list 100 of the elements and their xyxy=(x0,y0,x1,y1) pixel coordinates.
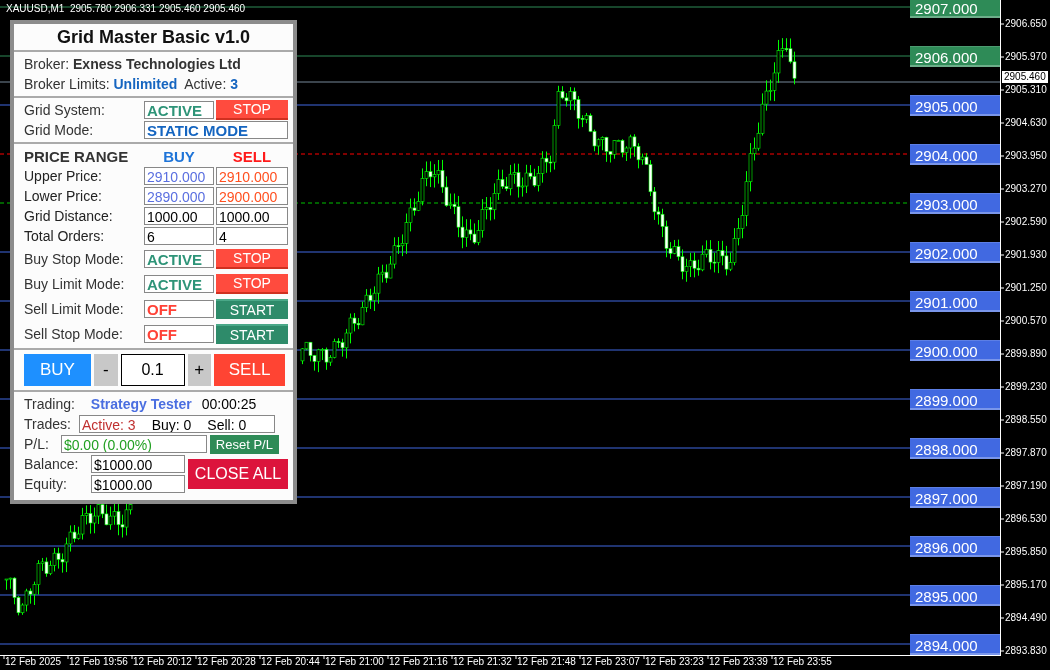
time-tick: 12 Feb 21:48 xyxy=(517,656,576,668)
time-tick: 12 Feb 21:00 xyxy=(325,656,384,668)
time-tick: 12 Feb 23:39 xyxy=(709,656,768,668)
start-button[interactable]: START xyxy=(216,298,288,319)
value-field[interactable]: 2890.000 xyxy=(144,187,214,205)
mode-label: Sell Stop Mode: xyxy=(24,325,124,342)
active-count: 3 xyxy=(230,76,238,92)
close-all-button[interactable]: CLOSE ALL xyxy=(188,459,288,489)
sell-button[interactable]: SELL xyxy=(214,354,285,386)
status-field: OFF xyxy=(144,299,214,318)
price-tick: 2904.630 xyxy=(1005,117,1047,129)
value-field[interactable]: 1000.00 xyxy=(216,207,288,225)
field-label: Grid Distance: xyxy=(24,208,114,224)
broker-name: Exness Technologies Ltd xyxy=(73,56,241,72)
value-field[interactable]: 6 xyxy=(144,227,214,245)
timer-text: 00:00:25 xyxy=(201,396,257,412)
time-tick: 12 Feb 20:28 xyxy=(197,656,256,668)
buy-heading: BUY xyxy=(162,147,196,165)
trades-label: Trades: xyxy=(24,416,71,432)
field-label: Total Orders: xyxy=(24,228,106,244)
price-tick: 2905.970 xyxy=(1005,51,1047,63)
active-label: Active: xyxy=(184,76,227,92)
price-tick: 2899.230 xyxy=(1005,381,1047,393)
field-label: Upper Price: xyxy=(24,168,103,184)
time-tick: 12 Feb 21:16 xyxy=(389,656,448,668)
price-tick: 2898.550 xyxy=(1005,414,1047,426)
price-tick: 2905.310 xyxy=(1005,84,1047,96)
time-tick: 12 Feb 21:32 xyxy=(453,656,512,668)
decrease-button[interactable]: - xyxy=(93,354,118,386)
pl-label: P/L: xyxy=(24,436,49,452)
trading-label: Trading: xyxy=(24,396,75,412)
reset-pl-button[interactable]: Reset P/L xyxy=(209,434,279,454)
start-button[interactable]: START xyxy=(216,323,288,344)
price-tick: 2906.650 xyxy=(1005,18,1047,30)
value-field[interactable]: 2910.000 xyxy=(144,167,214,185)
price-tick: 2900.570 xyxy=(1005,315,1047,327)
grid-level-label: 2902.000 xyxy=(910,242,1000,263)
limits-value: Unlimited xyxy=(113,76,178,92)
price-tick: 2894.490 xyxy=(1005,612,1047,624)
pl-field: $0.00 (0.00%) xyxy=(60,435,207,453)
grid-level-label: 2895.000 xyxy=(910,585,1000,606)
mode-label: Buy Stop Mode: xyxy=(24,250,125,267)
price-tick: 2895.170 xyxy=(1005,579,1047,591)
price-tick: 2897.190 xyxy=(1005,480,1047,492)
price-tick: 2901.930 xyxy=(1005,249,1047,261)
status-field: ACTIVE xyxy=(144,101,214,119)
broker-label: Broker: xyxy=(24,56,70,72)
mode-label: Grid Mode: xyxy=(24,122,95,138)
buy-trades: Buy: 0 xyxy=(151,416,192,432)
price-tick: 2897.870 xyxy=(1005,447,1047,459)
grid-level-label: 2900.000 xyxy=(910,340,1000,361)
grid-level-label: 2903.000 xyxy=(910,193,1000,214)
grid-level-label: 2899.000 xyxy=(910,389,1000,410)
time-tick: 12 Feb 23:55 xyxy=(773,656,832,668)
grid-level-label: 2897.000 xyxy=(910,487,1000,508)
price-tick: 2903.950 xyxy=(1005,150,1047,162)
price-tick: 2896.530 xyxy=(1005,513,1047,525)
stop-button[interactable]: STOP xyxy=(216,248,288,269)
buy-button[interactable]: BUY xyxy=(24,354,91,386)
grid-level-label: 2894.000 xyxy=(910,634,1000,655)
stop-button[interactable]: STOP xyxy=(216,273,288,294)
price-tick: 2895.850 xyxy=(1005,546,1047,558)
status-field: ACTIVE xyxy=(144,249,214,268)
grid-mode-field: STATIC MODE xyxy=(144,121,288,139)
grid-level-label: 2907.000 xyxy=(910,0,1000,18)
price-tick: 2903.270 xyxy=(1005,183,1047,195)
chart-header: XAUUSD,M1 2905.780 2906.331 2905.460 2905.460 xyxy=(6,3,246,14)
active-trades: Active: 3 xyxy=(81,416,136,432)
status-field: ACTIVE xyxy=(144,274,214,293)
price-range-heading: PRICE RANGE xyxy=(24,147,130,165)
time-tick: 12 Feb 20:12 xyxy=(133,656,192,668)
value-field[interactable]: 2910.000 xyxy=(216,167,288,185)
grid-level-label: 2905.000 xyxy=(910,95,1000,116)
time-tick: 12 Feb 23:07 xyxy=(581,656,640,668)
panel-title: Grid Master Basic v1.0 xyxy=(55,26,252,49)
sell-heading: SELL xyxy=(231,147,273,165)
grid-level-label: 2906.000 xyxy=(910,46,1000,67)
equity-label: Equity: xyxy=(24,476,68,492)
stop-button[interactable]: STOP xyxy=(216,100,288,120)
price-tick: 2902.590 xyxy=(1005,216,1047,228)
balance-label: Balance: xyxy=(24,456,80,472)
grid-level-label: 2904.000 xyxy=(910,144,1000,165)
value-field[interactable]: 1000.00 xyxy=(144,207,214,225)
mode-label: Grid System: xyxy=(24,102,106,118)
grid-level-label: 2901.000 xyxy=(910,291,1000,312)
increase-button[interactable]: + xyxy=(187,354,212,386)
lot-size-field[interactable]: 0.1 xyxy=(120,354,185,386)
mode-label: Sell Limit Mode: xyxy=(24,300,125,317)
value-field[interactable]: 4 xyxy=(216,227,288,245)
field-label: Lower Price: xyxy=(24,188,103,204)
grid-level-label: 2898.000 xyxy=(910,438,1000,459)
price-tick: 2893.830 xyxy=(1005,645,1047,657)
value-field[interactable]: 2900.000 xyxy=(216,187,288,205)
grid-level-label: 2896.000 xyxy=(910,536,1000,557)
time-tick: 12 Feb 19:56 xyxy=(69,656,128,668)
time-tick: 12 Feb 20:44 xyxy=(261,656,320,668)
price-tick: 2901.250 xyxy=(1005,282,1047,294)
status-field: OFF xyxy=(144,324,214,343)
balance-field: $1000.00 xyxy=(91,455,185,473)
trading-mode: Strategy Tester xyxy=(90,396,192,412)
